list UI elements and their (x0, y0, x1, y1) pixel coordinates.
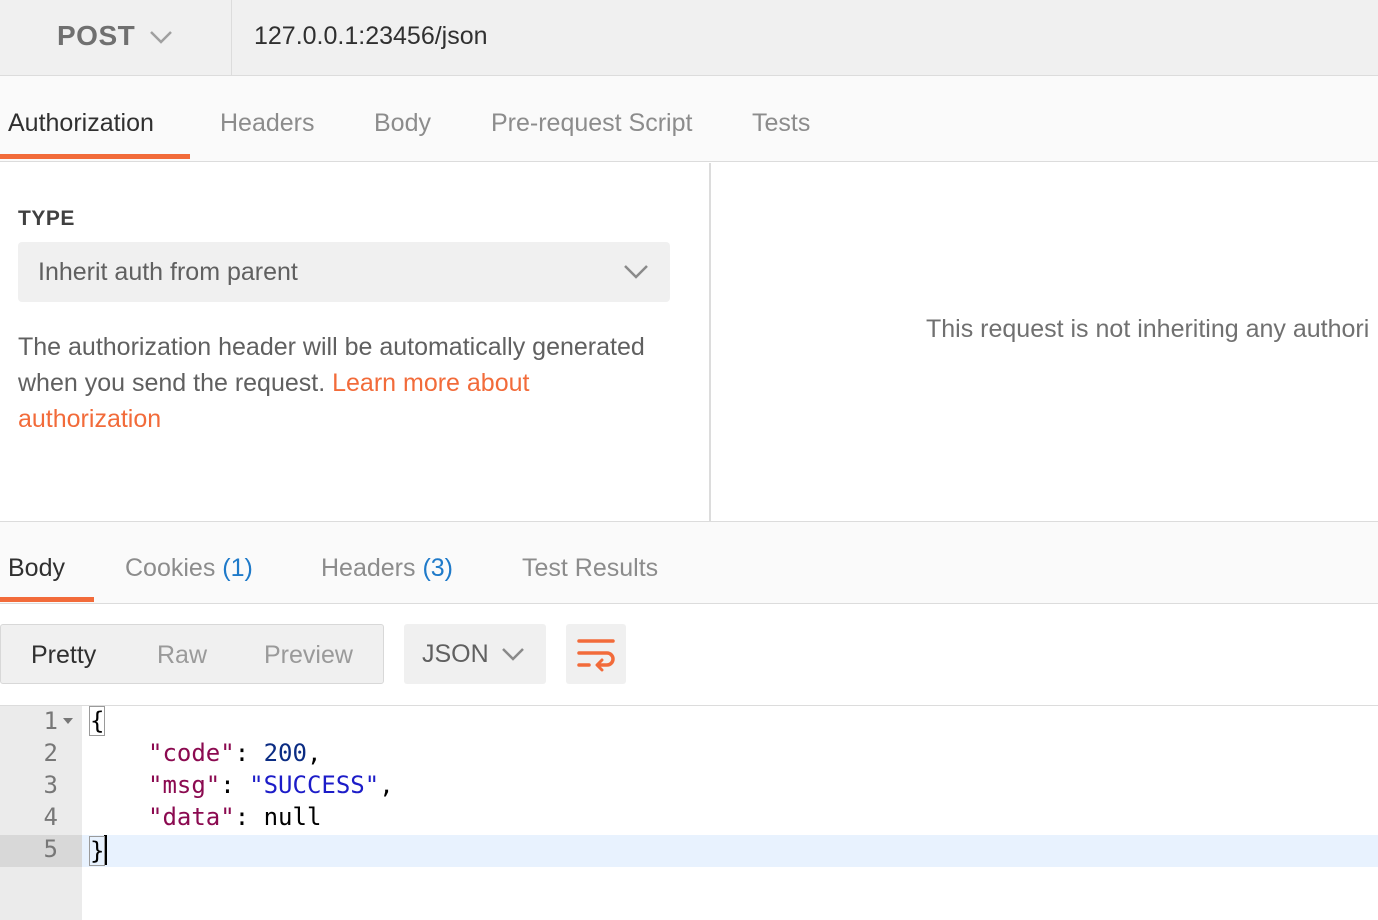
tab-body[interactable]: Body (374, 109, 431, 138)
auth-info-panel: This request is not inheriting any autho… (713, 163, 1378, 521)
json-key: "data" (148, 803, 235, 831)
chevron-down-icon (624, 265, 648, 279)
tab-headers-label: Headers (321, 554, 416, 582)
wrap-lines-button[interactable] (566, 624, 626, 684)
text-cursor (104, 835, 108, 865)
response-toolbar: Pretty Raw Preview JSON (0, 604, 1378, 705)
tab-response-headers[interactable]: Headers (3) (321, 554, 453, 583)
method-select[interactable]: POST (0, 0, 232, 75)
json-value: null (263, 803, 322, 831)
line-number: 4 (43, 803, 58, 831)
format-value: JSON (422, 640, 489, 668)
method-label: POST (57, 20, 136, 51)
auth-description: The authorization header will be automat… (18, 329, 678, 437)
format-select[interactable]: JSON (404, 624, 546, 684)
view-mode-group: Pretty Raw Preview (0, 624, 384, 684)
json-value: 200 (263, 739, 307, 767)
tab-authorization[interactable]: Authorization (8, 109, 154, 138)
json-comma: , (306, 739, 322, 767)
response-tabs: Body Cookies (1) Headers (3) Test Result… (0, 521, 1378, 604)
tab-response-body[interactable]: Body (8, 554, 65, 583)
response-body-editor[interactable]: 1 2 3 4 5 { "code": 200, "msg": "SUCCESS… (0, 705, 1378, 920)
line-number: 2 (43, 739, 58, 767)
auth-settings-panel: TYPE Inherit auth from parent The author… (0, 163, 711, 521)
json-key: "msg" (148, 771, 221, 799)
json-separator: : (234, 739, 264, 767)
active-response-tab-indicator (0, 597, 94, 602)
tab-test-results[interactable]: Test Results (522, 554, 658, 583)
code-line: "data": null (148, 803, 321, 831)
auth-info-message: This request is not inheriting any autho… (926, 315, 1370, 343)
close-brace: } (88, 836, 106, 866)
line-number: 3 (43, 771, 58, 799)
code-line: { (88, 706, 106, 736)
json-key: "code" (148, 739, 235, 767)
line-number: 1 (43, 707, 58, 735)
auth-type-select[interactable]: Inherit auth from parent (18, 242, 670, 302)
tab-cookies-label: Cookies (125, 554, 216, 582)
active-tab-indicator (0, 154, 190, 159)
code-line: "msg": "SUCCESS", (148, 771, 394, 799)
json-separator: : (220, 771, 250, 799)
cookies-count: (1) (222, 554, 253, 582)
tab-tests[interactable]: Tests (752, 109, 810, 138)
active-line-highlight (82, 835, 1378, 867)
code-line: "code": 200, (148, 739, 321, 767)
headers-count: (3) (422, 554, 454, 582)
code-line: } (88, 835, 108, 866)
fold-arrow-icon[interactable] (63, 718, 73, 724)
tab-pre-request-script[interactable]: Pre-request Script (491, 109, 692, 138)
tab-headers[interactable]: Headers (220, 109, 315, 138)
chevron-down-icon (502, 648, 524, 661)
view-preview-button[interactable]: Preview (264, 641, 353, 670)
tab-cookies[interactable]: Cookies (1) (125, 554, 253, 583)
json-comma: , (379, 771, 394, 799)
wrap-lines-icon (577, 639, 615, 672)
view-pretty-button[interactable]: Pretty (31, 641, 96, 670)
open-brace: { (88, 706, 106, 736)
auth-type-label: TYPE (18, 207, 75, 230)
view-raw-button[interactable]: Raw (157, 641, 207, 670)
line-number: 5 (43, 835, 58, 863)
request-tabs: Authorization Headers Body Pre-request S… (0, 76, 1378, 162)
json-separator: : (234, 803, 264, 831)
auth-type-value: Inherit auth from parent (38, 258, 298, 286)
chevron-down-icon (150, 31, 172, 44)
url-input[interactable] (254, 18, 1354, 54)
request-url-bar: POST (0, 0, 1378, 76)
json-value: "SUCCESS" (249, 771, 380, 799)
